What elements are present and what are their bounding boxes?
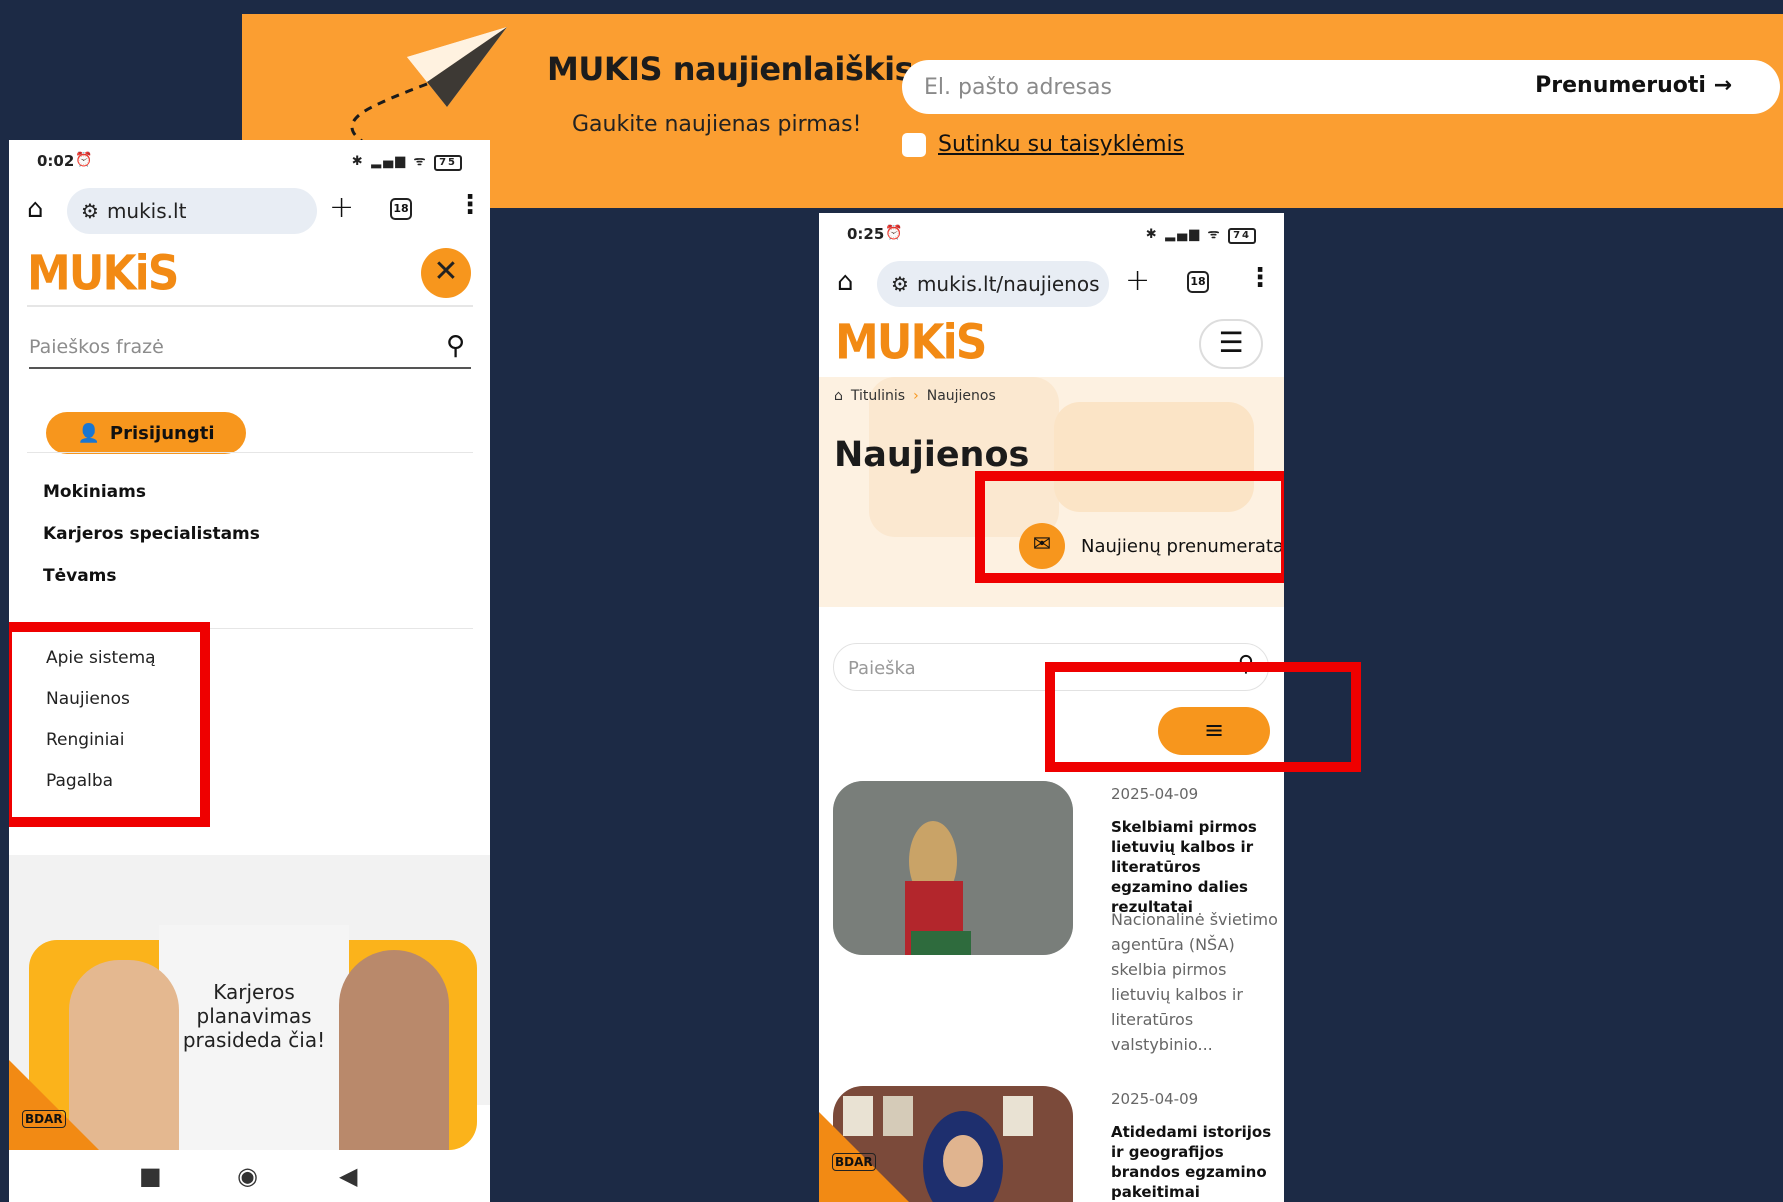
status-bar: 0:25 ⏰ ✱ ▂▄▆ ᯤ 74 bbox=[819, 213, 1284, 253]
breadcrumb-current: Naujienos bbox=[926, 388, 996, 404]
article-date: 2025-04-09 bbox=[1111, 1090, 1199, 1108]
menu-icon: ☰ bbox=[1218, 326, 1244, 359]
bdar-corner[interactable] bbox=[9, 1060, 99, 1150]
tab-count-button[interactable]: 18 bbox=[1187, 271, 1209, 293]
battery-icon: 74 bbox=[1228, 228, 1256, 244]
mukis-logo[interactable]: MUKiS bbox=[27, 245, 179, 301]
browser-menu-icon[interactable]: ⋮ bbox=[1247, 263, 1273, 293]
breadcrumb: ⌂ Titulinis › Naujienos bbox=[834, 388, 996, 404]
browser-toolbar: ⌂ ⚙ mukis.lt + 18 ⋮ bbox=[9, 180, 490, 240]
news-card[interactable]: 2025-04-09 Skelbiami pirmos lietuvių kal… bbox=[833, 781, 1278, 1061]
search-icon[interactable]: ⚲ bbox=[446, 331, 465, 361]
home-icon[interactable]: ⌂ bbox=[837, 267, 854, 297]
browser-toolbar: ⌂ ⚙ mukis.lt/naujienos + 18 ⋮ bbox=[819, 253, 1284, 313]
bdar-label: BDAR bbox=[832, 1153, 876, 1171]
login-button[interactable]: 👤 Prisijungti bbox=[46, 412, 246, 454]
close-icon: ✕ bbox=[433, 254, 459, 289]
status-bar: 0:02 ⏰ ✱ ▂▄▆ ᯤ 75 bbox=[9, 140, 490, 180]
status-time: 0:25 bbox=[847, 225, 885, 243]
nav-item-karjeros-specialistams[interactable]: Karjeros specialistams bbox=[43, 524, 260, 566]
article-title[interactable]: Atidedami istorijos ir geografijos brand… bbox=[1111, 1122, 1281, 1202]
breadcrumb-home-icon[interactable]: ⌂ bbox=[834, 388, 843, 404]
status-icons: ✱ ▂▄▆ ᯤ 75 bbox=[352, 151, 462, 171]
consent-row: Sutinku su taisyklėmis bbox=[902, 132, 1184, 157]
subscribe-button[interactable]: Prenumeruoti → bbox=[1535, 73, 1732, 98]
site-settings-icon[interactable]: ⚙ bbox=[891, 272, 909, 296]
address-bar[interactable]: ⚙ mukis.lt/naujienos bbox=[877, 261, 1109, 307]
phone-menu-screenshot: 0:02 ⏰ ✱ ▂▄▆ ᯤ 75 ⌂ ⚙ mukis.lt + 18 ⋮ MU… bbox=[9, 140, 490, 1202]
android-nav-bar: ■ ◉ ◀ bbox=[9, 1150, 490, 1202]
status-time: 0:02 bbox=[37, 152, 75, 170]
article-date: 2025-04-09 bbox=[1111, 785, 1199, 803]
alarm-icon: ⏰ bbox=[75, 152, 93, 168]
highlight-box bbox=[975, 471, 1284, 583]
tab-count-button[interactable]: 18 bbox=[390, 198, 412, 220]
chevron-right-icon: › bbox=[913, 388, 919, 404]
newsletter-subtitle: Gaukite naujienas pirmas! bbox=[572, 112, 862, 137]
divider bbox=[27, 305, 473, 307]
article-excerpt: Nacionalinė švietimo agentūra (NŠA) skel… bbox=[1111, 910, 1278, 1054]
new-tab-icon[interactable]: + bbox=[1125, 263, 1150, 298]
user-icon: 👤 bbox=[77, 422, 100, 444]
status-icons: ✱ ▂▄▆ ᯤ 74 bbox=[1146, 224, 1256, 244]
highlight-box bbox=[9, 622, 210, 827]
hamburger-menu-button[interactable]: ☰ bbox=[1199, 319, 1263, 369]
url-text: mukis.lt bbox=[106, 199, 187, 223]
paper-plane-icon bbox=[350, 27, 507, 152]
breadcrumb-home[interactable]: Titulinis bbox=[851, 388, 905, 404]
boy-image bbox=[339, 950, 449, 1150]
main-nav: Mokiniams Karjeros specialistams Tėvams bbox=[43, 482, 260, 608]
terms-link[interactable]: Sutinku su taisyklėmis bbox=[938, 132, 1184, 157]
home-nav-icon[interactable]: ◉ bbox=[237, 1162, 258, 1190]
battery-icon: 75 bbox=[434, 155, 462, 171]
newsletter-title: MUKIS naujienlaiškis bbox=[547, 50, 914, 88]
highlight-box bbox=[1045, 662, 1361, 772]
recents-icon[interactable]: ■ bbox=[139, 1162, 162, 1190]
promo-text: Karjeros planavimas prasideda čia! bbox=[182, 980, 326, 1052]
search-input[interactable] bbox=[29, 333, 409, 361]
login-label: Prisijungti bbox=[109, 422, 215, 444]
url-text: mukis.lt/naujienos bbox=[916, 272, 1100, 296]
new-tab-icon[interactable]: + bbox=[329, 190, 354, 225]
nav-item-mokiniams[interactable]: Mokiniams bbox=[43, 482, 260, 524]
address-bar[interactable]: ⚙ mukis.lt bbox=[67, 188, 317, 234]
home-icon[interactable]: ⌂ bbox=[27, 194, 44, 224]
nav-item-tevams[interactable]: Tėvams bbox=[43, 566, 260, 608]
alarm-icon: ⏰ bbox=[885, 225, 903, 241]
consent-checkbox[interactable] bbox=[902, 132, 926, 157]
close-menu-button[interactable]: ✕ bbox=[421, 248, 471, 298]
menu-search: ⚲ bbox=[29, 325, 471, 369]
site-settings-icon[interactable]: ⚙ bbox=[81, 199, 99, 223]
mukis-logo[interactable]: MUKiS bbox=[835, 314, 987, 370]
browser-menu-icon[interactable]: ⋮ bbox=[457, 190, 483, 220]
article-image[interactable] bbox=[833, 781, 1073, 955]
article-title[interactable]: Skelbiami pirmos lietuvių kalbos ir lite… bbox=[1111, 817, 1281, 917]
back-icon[interactable]: ◀ bbox=[339, 1162, 357, 1190]
bdar-label: BDAR bbox=[22, 1110, 66, 1128]
email-field-wrapper: Prenumeruoti → bbox=[902, 60, 1780, 114]
page-title: Naujienos bbox=[834, 435, 1030, 475]
divider bbox=[27, 452, 473, 453]
email-field[interactable] bbox=[924, 70, 1484, 104]
